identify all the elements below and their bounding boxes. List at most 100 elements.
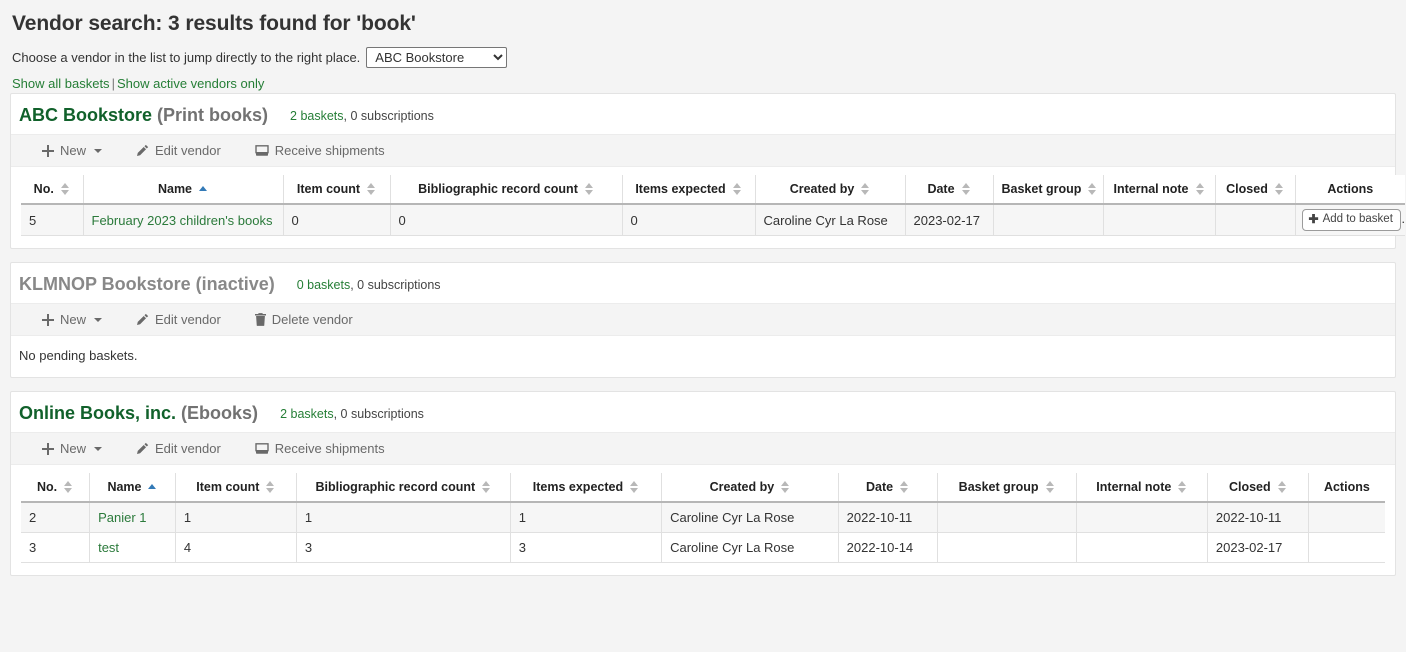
sort-icon[interactable] bbox=[64, 481, 73, 493]
basket-name-link[interactable]: Panier 1 bbox=[98, 510, 146, 525]
column-header-name[interactable]: Name bbox=[83, 175, 283, 204]
sort-icon[interactable] bbox=[1046, 481, 1055, 493]
trash-icon bbox=[255, 313, 266, 326]
column-header-actions[interactable]: Actions bbox=[1295, 175, 1405, 204]
column-header-label: Internal note bbox=[1113, 182, 1188, 196]
button-label: New bbox=[60, 312, 86, 327]
table-row: 3test433Caroline Cyr La Rose2022-10-1420… bbox=[21, 533, 1385, 563]
table-body: 5February 2023 children's books000Caroli… bbox=[21, 204, 1405, 236]
sort-icon[interactable] bbox=[1275, 183, 1284, 195]
show-active-vendors-link[interactable]: Show active vendors only bbox=[117, 76, 264, 91]
new-button[interactable]: New bbox=[33, 140, 111, 161]
button-label: New bbox=[60, 441, 86, 456]
column-header-created-by[interactable]: Created by bbox=[662, 473, 839, 502]
column-header-bibliographic-record-count[interactable]: Bibliographic record count bbox=[390, 175, 622, 204]
vendor-type-text: (Print books) bbox=[157, 105, 268, 125]
column-header-basket-group[interactable]: Basket group bbox=[993, 175, 1103, 204]
column-header-label: Basket group bbox=[1002, 182, 1082, 196]
add-to-basket-button[interactable]: ✚Add to basket bbox=[1302, 209, 1401, 231]
sort-icon[interactable] bbox=[482, 481, 491, 493]
column-header-closed[interactable]: Closed bbox=[1215, 175, 1295, 204]
vendor-card: KLMNOP Bookstore (inactive)0 baskets, 0 … bbox=[10, 262, 1396, 378]
column-header-label: Name bbox=[158, 182, 192, 196]
sort-icon[interactable] bbox=[861, 183, 870, 195]
baskets-count-link[interactable]: 2 baskets bbox=[290, 109, 344, 123]
column-header-internal-note[interactable]: Internal note bbox=[1103, 175, 1215, 204]
column-header-no[interactable]: No. bbox=[21, 473, 90, 502]
basket-name-link[interactable]: test bbox=[98, 540, 119, 555]
sort-icon[interactable] bbox=[1196, 183, 1205, 195]
show-all-baskets-link[interactable]: Show all baskets bbox=[12, 76, 110, 91]
button-label: Edit vendor bbox=[155, 143, 221, 158]
cell-bibliographic-record-count: 0 bbox=[390, 204, 622, 236]
sort-icon[interactable] bbox=[585, 183, 594, 195]
cell-no: 2 bbox=[21, 502, 90, 533]
column-header-actions[interactable]: Actions bbox=[1308, 473, 1385, 502]
sort-icon[interactable] bbox=[266, 481, 275, 493]
sort-icon[interactable] bbox=[1278, 481, 1287, 493]
sort-icon[interactable] bbox=[630, 481, 639, 493]
plus-icon bbox=[42, 145, 54, 157]
sort-icon[interactable] bbox=[900, 481, 909, 493]
cell-actions: ✚Add to basket bbox=[1295, 204, 1405, 236]
sort-icon[interactable] bbox=[61, 183, 70, 195]
edit-vendor-button[interactable]: Edit vendor bbox=[127, 309, 230, 330]
edit-vendor-button[interactable]: Edit vendor bbox=[127, 140, 230, 161]
sort-icon[interactable] bbox=[1178, 481, 1187, 493]
cell-items-expected: 0 bbox=[622, 204, 755, 236]
vendor-card: Online Books, inc. (Ebooks)2 baskets, 0 … bbox=[10, 391, 1396, 576]
column-header-created-by[interactable]: Created by bbox=[755, 175, 905, 204]
column-header-no[interactable]: No. bbox=[21, 175, 83, 204]
cell-basket-group bbox=[937, 502, 1076, 533]
baskets-count-link[interactable]: 0 baskets bbox=[297, 278, 351, 292]
baskets-count-link[interactable]: 2 baskets bbox=[280, 407, 334, 421]
cell-closed: 2022-10-11 bbox=[1207, 502, 1308, 533]
cell-bibliographic-record-count: 1 bbox=[296, 502, 510, 533]
plus-icon bbox=[42, 314, 54, 326]
receive-shipments-button[interactable]: Receive shipments bbox=[246, 438, 394, 459]
button-label: Edit vendor bbox=[155, 441, 221, 456]
column-header-label: Bibliographic record count bbox=[315, 480, 475, 494]
cell-internal-note bbox=[1076, 533, 1207, 563]
sort-icon[interactable] bbox=[367, 183, 376, 195]
vendor-chooser-row: Choose a vendor in the list to jump dire… bbox=[10, 43, 1396, 69]
cell-basket-group bbox=[937, 533, 1076, 563]
column-header-closed[interactable]: Closed bbox=[1207, 473, 1308, 502]
edit-vendor-button[interactable]: Edit vendor bbox=[127, 438, 230, 459]
basket-name-link[interactable]: February 2023 children's books bbox=[92, 213, 273, 228]
sort-icon[interactable] bbox=[148, 481, 157, 493]
column-header-label: No. bbox=[34, 182, 54, 196]
new-button[interactable]: New bbox=[33, 438, 111, 459]
column-header-item-count[interactable]: Item count bbox=[175, 473, 296, 502]
sort-icon[interactable] bbox=[1088, 183, 1097, 195]
sort-icon[interactable] bbox=[962, 183, 971, 195]
sort-icon[interactable] bbox=[781, 481, 790, 493]
vendor-counts: 2 baskets, 0 subscriptions bbox=[290, 109, 434, 123]
vendor-toolbar: New Edit vendor Delete vendor bbox=[11, 303, 1395, 336]
cell-closed bbox=[1215, 204, 1295, 236]
subscriptions-count: , 0 subscriptions bbox=[344, 109, 434, 123]
cell-date: 2022-10-14 bbox=[838, 533, 937, 563]
vendor-counts: 2 baskets, 0 subscriptions bbox=[280, 407, 424, 421]
cell-item-count: 4 bbox=[175, 533, 296, 563]
new-button[interactable]: New bbox=[33, 309, 111, 330]
column-header-date[interactable]: Date bbox=[838, 473, 937, 502]
pencil-icon bbox=[136, 313, 149, 326]
sort-icon[interactable] bbox=[199, 183, 208, 195]
subscriptions-count: , 0 subscriptions bbox=[334, 407, 424, 421]
column-header-internal-note[interactable]: Internal note bbox=[1076, 473, 1207, 502]
column-header-items-expected[interactable]: Items expected bbox=[510, 473, 661, 502]
column-header-item-count[interactable]: Item count bbox=[283, 175, 390, 204]
receive-shipments-button[interactable]: Receive shipments bbox=[246, 140, 394, 161]
column-header-items-expected[interactable]: Items expected bbox=[622, 175, 755, 204]
delete-vendor-button[interactable]: Delete vendor bbox=[246, 309, 362, 330]
column-header-name[interactable]: Name bbox=[90, 473, 176, 502]
column-header-date[interactable]: Date bbox=[905, 175, 993, 204]
vendor-select[interactable]: ABC BookstoreKLMNOP BookstoreOnline Book… bbox=[366, 47, 507, 68]
sort-icon[interactable] bbox=[733, 183, 742, 195]
column-header-basket-group[interactable]: Basket group bbox=[937, 473, 1076, 502]
column-header-bibliographic-record-count[interactable]: Bibliographic record count bbox=[296, 473, 510, 502]
column-header-label: Item count bbox=[196, 480, 259, 494]
vendor-name-text: ABC Bookstore bbox=[19, 105, 152, 125]
column-header-label: Date bbox=[866, 480, 893, 494]
